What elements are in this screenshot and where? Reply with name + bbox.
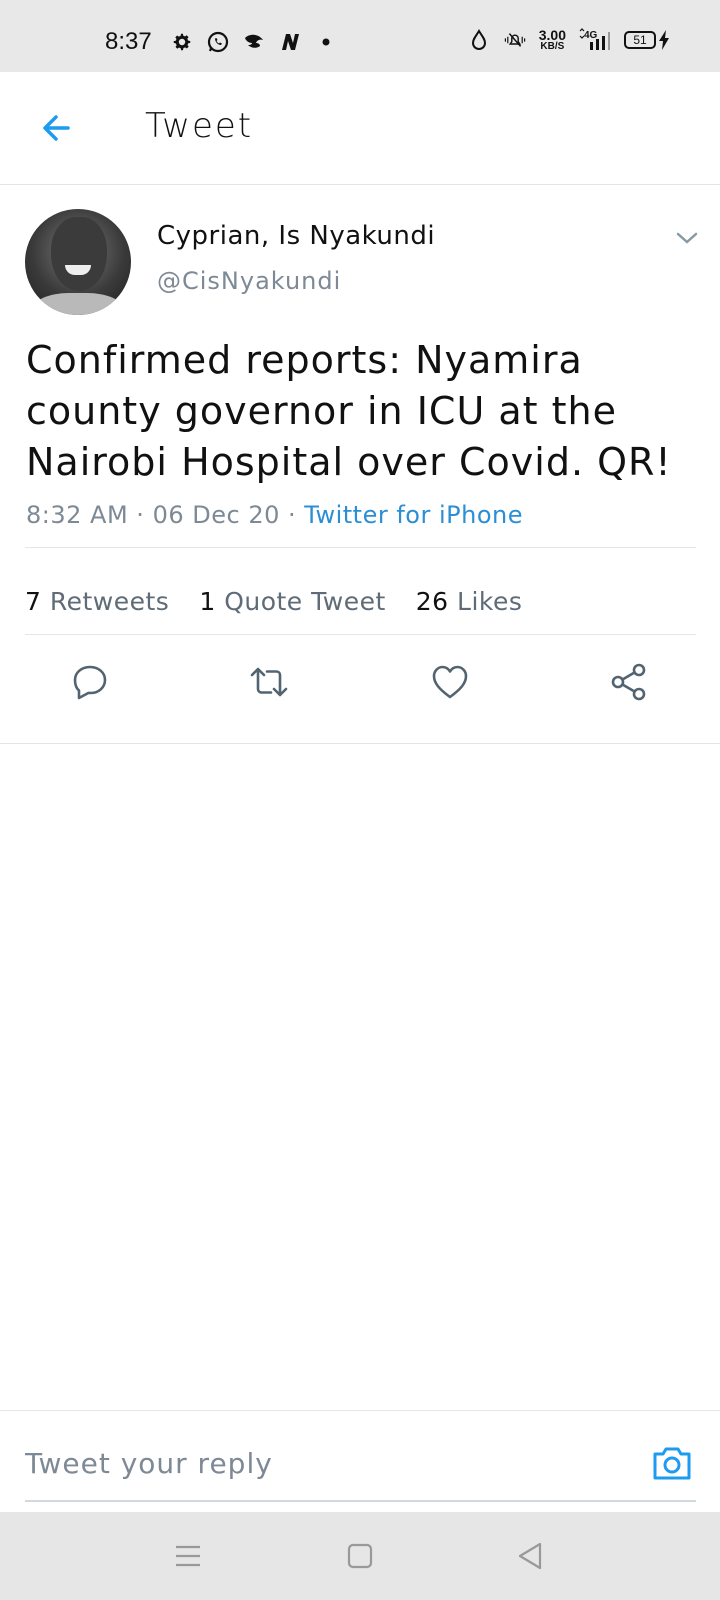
- retweets-count: 7: [25, 587, 42, 616]
- nubia-n-icon: [278, 30, 302, 54]
- home-button[interactable]: [338, 1534, 382, 1578]
- system-icons: 3.00 KB/S 4G 51: [467, 28, 670, 52]
- page-title: Tweet: [145, 106, 254, 146]
- tweet-actions: [0, 635, 720, 730]
- back-nav-button[interactable]: [508, 1534, 552, 1578]
- signal-icon: 4G: [578, 28, 612, 52]
- home-square-icon: [347, 1543, 373, 1569]
- tweet-source-link[interactable]: Twitter for iPhone: [304, 501, 523, 529]
- quotes-stat[interactable]: 1 Quote Tweet: [199, 587, 385, 616]
- gear-icon: [170, 30, 194, 54]
- avatar-shirt: [33, 293, 123, 315]
- meta-separator: ·: [288, 501, 297, 529]
- like-icon: [432, 665, 468, 699]
- camera-button[interactable]: [650, 1441, 694, 1485]
- network-speed-unit: KB/S: [540, 41, 565, 52]
- system-nav-bar: [0, 1512, 720, 1600]
- tweet-meta: 8:32 AM · 06 Dec 20 · Twitter for iPhone: [26, 501, 523, 529]
- battery-indicator: 51: [624, 29, 670, 51]
- back-triangle-icon: [518, 1542, 542, 1570]
- quotes-count: 1: [199, 587, 216, 616]
- likes-label: Likes: [457, 587, 523, 616]
- share-icon: [611, 663, 646, 701]
- meta-separator: ·: [136, 501, 145, 529]
- display-name[interactable]: Cyprian, Is Nyakundi: [157, 221, 435, 251]
- divider: [25, 547, 696, 548]
- dot-icon: [314, 30, 338, 54]
- retweets-label: Retweets: [49, 587, 170, 616]
- tweet-text: Confirmed reports: Nyamira county govern…: [26, 338, 672, 484]
- quotes-label: Quote Tweet: [224, 587, 386, 616]
- back-button[interactable]: [36, 108, 76, 148]
- menu-icon: [176, 1545, 200, 1567]
- charging-icon: [659, 30, 669, 50]
- network-speed-value: 3.00: [538, 27, 566, 43]
- status-bar: 8:37 3.00 KB/S 4G 51: [0, 0, 720, 72]
- battery-level: 51: [624, 31, 656, 49]
- reply-input[interactable]: [25, 1441, 625, 1485]
- camera-icon: [653, 1447, 691, 1480]
- retweets-stat[interactable]: 7 Retweets: [25, 587, 169, 616]
- user-handle[interactable]: @CisNyakundi: [157, 267, 341, 295]
- arrow-left-icon: [43, 115, 70, 141]
- divider: [0, 743, 720, 744]
- bird-icon: [242, 30, 266, 54]
- tweet-date: 06 Dec 20: [152, 501, 280, 529]
- mute-icon: [503, 28, 527, 52]
- network-type: 4G: [584, 30, 598, 41]
- tweet-menu-button[interactable]: [670, 221, 704, 255]
- header: Tweet: [0, 72, 720, 185]
- chevron-down-icon: [676, 232, 698, 244]
- avatar[interactable]: [25, 209, 131, 315]
- likes-count: 26: [415, 587, 449, 616]
- reply-underline: [25, 1500, 696, 1502]
- avatar-face: [51, 217, 107, 291]
- share-button[interactable]: [606, 659, 652, 705]
- reply-bar: [0, 1410, 720, 1512]
- reply-icon: [73, 665, 107, 700]
- tweet-stats: 7 Retweets 1 Quote Tweet 26 Likes: [25, 587, 552, 616]
- likes-stat[interactable]: 26 Likes: [416, 587, 523, 616]
- recent-apps-button[interactable]: [166, 1534, 210, 1578]
- like-button[interactable]: [427, 659, 473, 705]
- status-time: 8:37: [105, 28, 152, 55]
- data-saver-icon: [467, 28, 491, 52]
- retweet-icon: [250, 667, 288, 697]
- reply-button[interactable]: [67, 659, 113, 705]
- retweet-button[interactable]: [246, 659, 292, 705]
- whatsapp-icon: [206, 30, 230, 54]
- network-speed: 3.00 KB/S: [539, 28, 566, 52]
- tweet-time: 8:32 AM: [26, 501, 129, 529]
- notification-icons: [170, 30, 338, 54]
